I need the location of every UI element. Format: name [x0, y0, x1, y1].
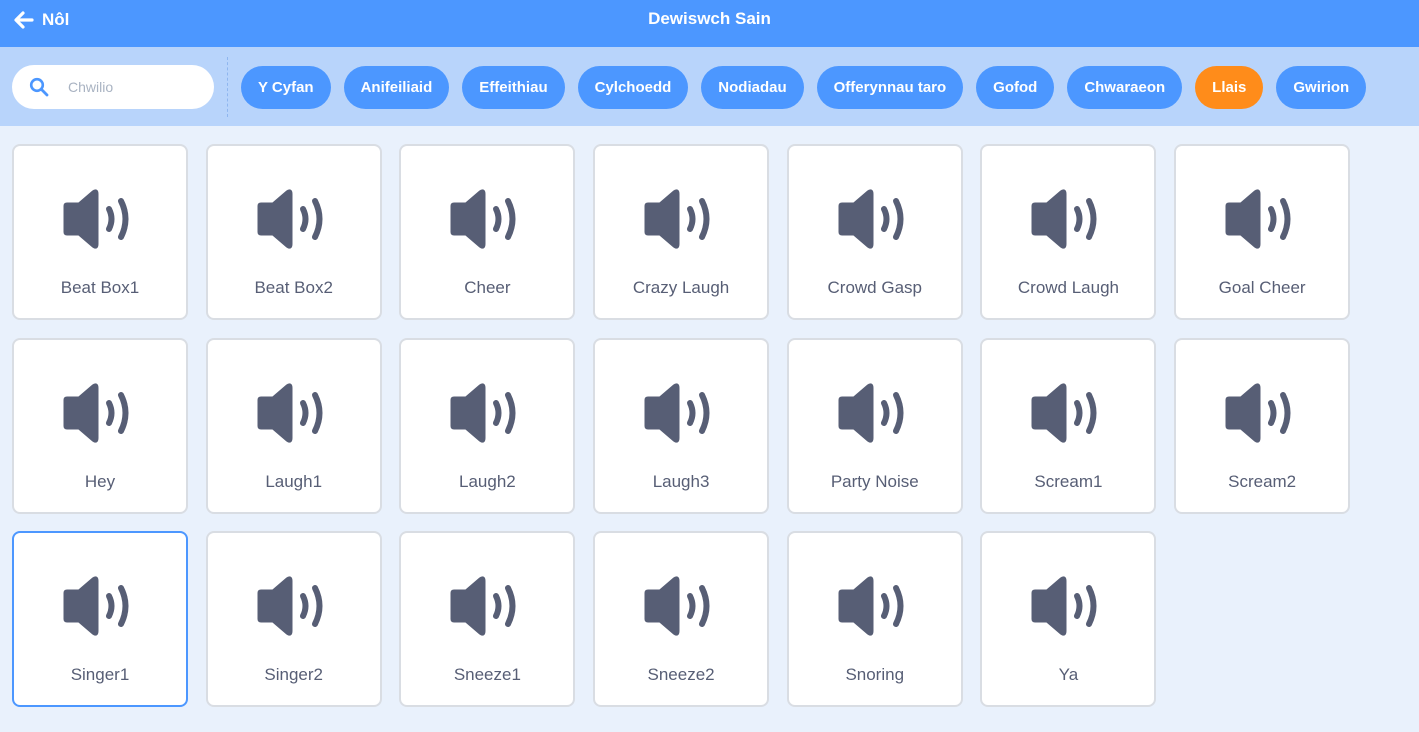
- sound-name: Scream1: [1034, 471, 1103, 491]
- speaker-icon: [834, 382, 914, 449]
- tag-gwirion[interactable]: Gwirion: [1276, 66, 1367, 109]
- search-box[interactable]: [12, 65, 214, 109]
- sound-card[interactable]: Laugh2: [399, 337, 576, 514]
- sound-card[interactable]: Ya: [980, 531, 1157, 708]
- sound-name: Ya: [1058, 665, 1079, 685]
- speaker-icon: [59, 188, 139, 255]
- tag-list: Y Cyfan Anifeiliaid Effeithiau Cylchoedd Nod…: [241, 66, 1367, 109]
- sound-name: Beat Box2: [254, 278, 333, 297]
- sound-card[interactable]: Scream2: [1174, 337, 1351, 514]
- tag-chwaraeon[interactable]: Chwaraeon: [1067, 66, 1183, 109]
- tag-llais[interactable]: Llais: [1195, 66, 1264, 109]
- speaker-icon: [253, 575, 333, 642]
- speaker-icon: [446, 575, 526, 642]
- speaker-icon: [1027, 382, 1107, 449]
- sound-name: Hey: [84, 471, 116, 491]
- sound-name: Cheer: [464, 278, 511, 297]
- speaker-icon: [253, 382, 333, 449]
- sound-name: Party Noise: [830, 471, 919, 491]
- speaker-icon: [59, 382, 139, 449]
- sound-card[interactable]: Sneeze1: [399, 531, 576, 708]
- sound-card[interactable]: Hey: [12, 337, 188, 514]
- speaker-icon: [834, 575, 914, 642]
- sound-name: Snoring: [845, 665, 905, 685]
- sound-name: Sneeze2: [647, 665, 715, 685]
- tag-nodiadau[interactable]: Nodiadau: [701, 66, 804, 109]
- sound-name: Goal Cheer: [1218, 278, 1306, 297]
- sound-name: Singer2: [264, 665, 323, 685]
- sound-name: Sneeze1: [453, 665, 521, 685]
- sound-card[interactable]: Beat Box2: [205, 144, 382, 320]
- search-icon: [29, 77, 49, 102]
- sound-card[interactable]: Singer2: [205, 531, 382, 708]
- sound-card[interactable]: Cheer: [399, 144, 576, 320]
- tag-gofod[interactable]: Gofod: [976, 66, 1055, 109]
- speaker-icon: [446, 382, 526, 449]
- sound-name: Crazy Laugh: [632, 278, 730, 297]
- speaker-icon: [446, 188, 526, 255]
- sound-card[interactable]: Snoring: [786, 531, 963, 708]
- speaker-icon: [640, 575, 720, 642]
- sound-card[interactable]: Beat Box1: [12, 144, 188, 320]
- sound-card[interactable]: Scream1: [980, 337, 1157, 514]
- tag-offerynnau-taro[interactable]: Offerynnau taro: [816, 66, 964, 109]
- speaker-icon: [59, 575, 139, 642]
- divider: [227, 57, 228, 117]
- sound-name: Scream2: [1228, 471, 1297, 491]
- filter-bar: Y Cyfan Anifeiliaid Effeithiau Cylchoedd Nod…: [0, 47, 1419, 126]
- sound-card[interactable]: Singer1: [12, 531, 188, 708]
- speaker-icon: [253, 188, 333, 255]
- page-title: Dewiswch Sain: [648, 9, 771, 28]
- speaker-icon: [1221, 188, 1301, 255]
- tag-cylchoedd[interactable]: Cylchoedd: [577, 66, 689, 109]
- sound-card[interactable]: Laugh3: [593, 337, 770, 514]
- sound-card[interactable]: Goal Cheer: [1174, 144, 1351, 320]
- header-bar: Nôl Dewiswch Sain: [0, 0, 1419, 47]
- sound-card[interactable]: Laugh1: [205, 337, 382, 514]
- sound-card[interactable]: Crowd Gasp: [786, 144, 963, 320]
- sound-name: Crowd Laugh: [1017, 278, 1119, 297]
- sound-name: Crowd Gasp: [827, 278, 922, 297]
- sound-card[interactable]: Crazy Laugh: [593, 144, 770, 320]
- speaker-icon: [640, 382, 720, 449]
- speaker-icon: [640, 188, 720, 255]
- sound-name: Singer1: [70, 665, 130, 685]
- search-input[interactable]: [68, 65, 208, 109]
- sound-name: Beat Box1: [60, 278, 140, 297]
- speaker-icon: [1027, 575, 1107, 642]
- speaker-icon: [1221, 382, 1301, 449]
- tag-anifeiliaid[interactable]: Anifeiliaid: [343, 66, 450, 109]
- sound-card[interactable]: Party Noise: [786, 337, 963, 514]
- sound-name: Laugh3: [652, 471, 710, 491]
- sound-card[interactable]: Sneeze2: [593, 531, 770, 708]
- speaker-icon: [834, 188, 914, 255]
- tag-y-cyfan[interactable]: Y Cyfan: [241, 66, 331, 109]
- sound-name: Laugh2: [459, 471, 516, 491]
- sound-grid: Beat Box1 Beat Box2 Cheer Crazy Laugh Crowd …: [12, 144, 1412, 708]
- tag-effeithiau[interactable]: Effeithiau: [462, 66, 565, 109]
- speaker-icon: [1027, 188, 1107, 255]
- sound-name: Laugh1: [265, 471, 323, 491]
- sound-card[interactable]: Crowd Laugh: [980, 144, 1157, 320]
